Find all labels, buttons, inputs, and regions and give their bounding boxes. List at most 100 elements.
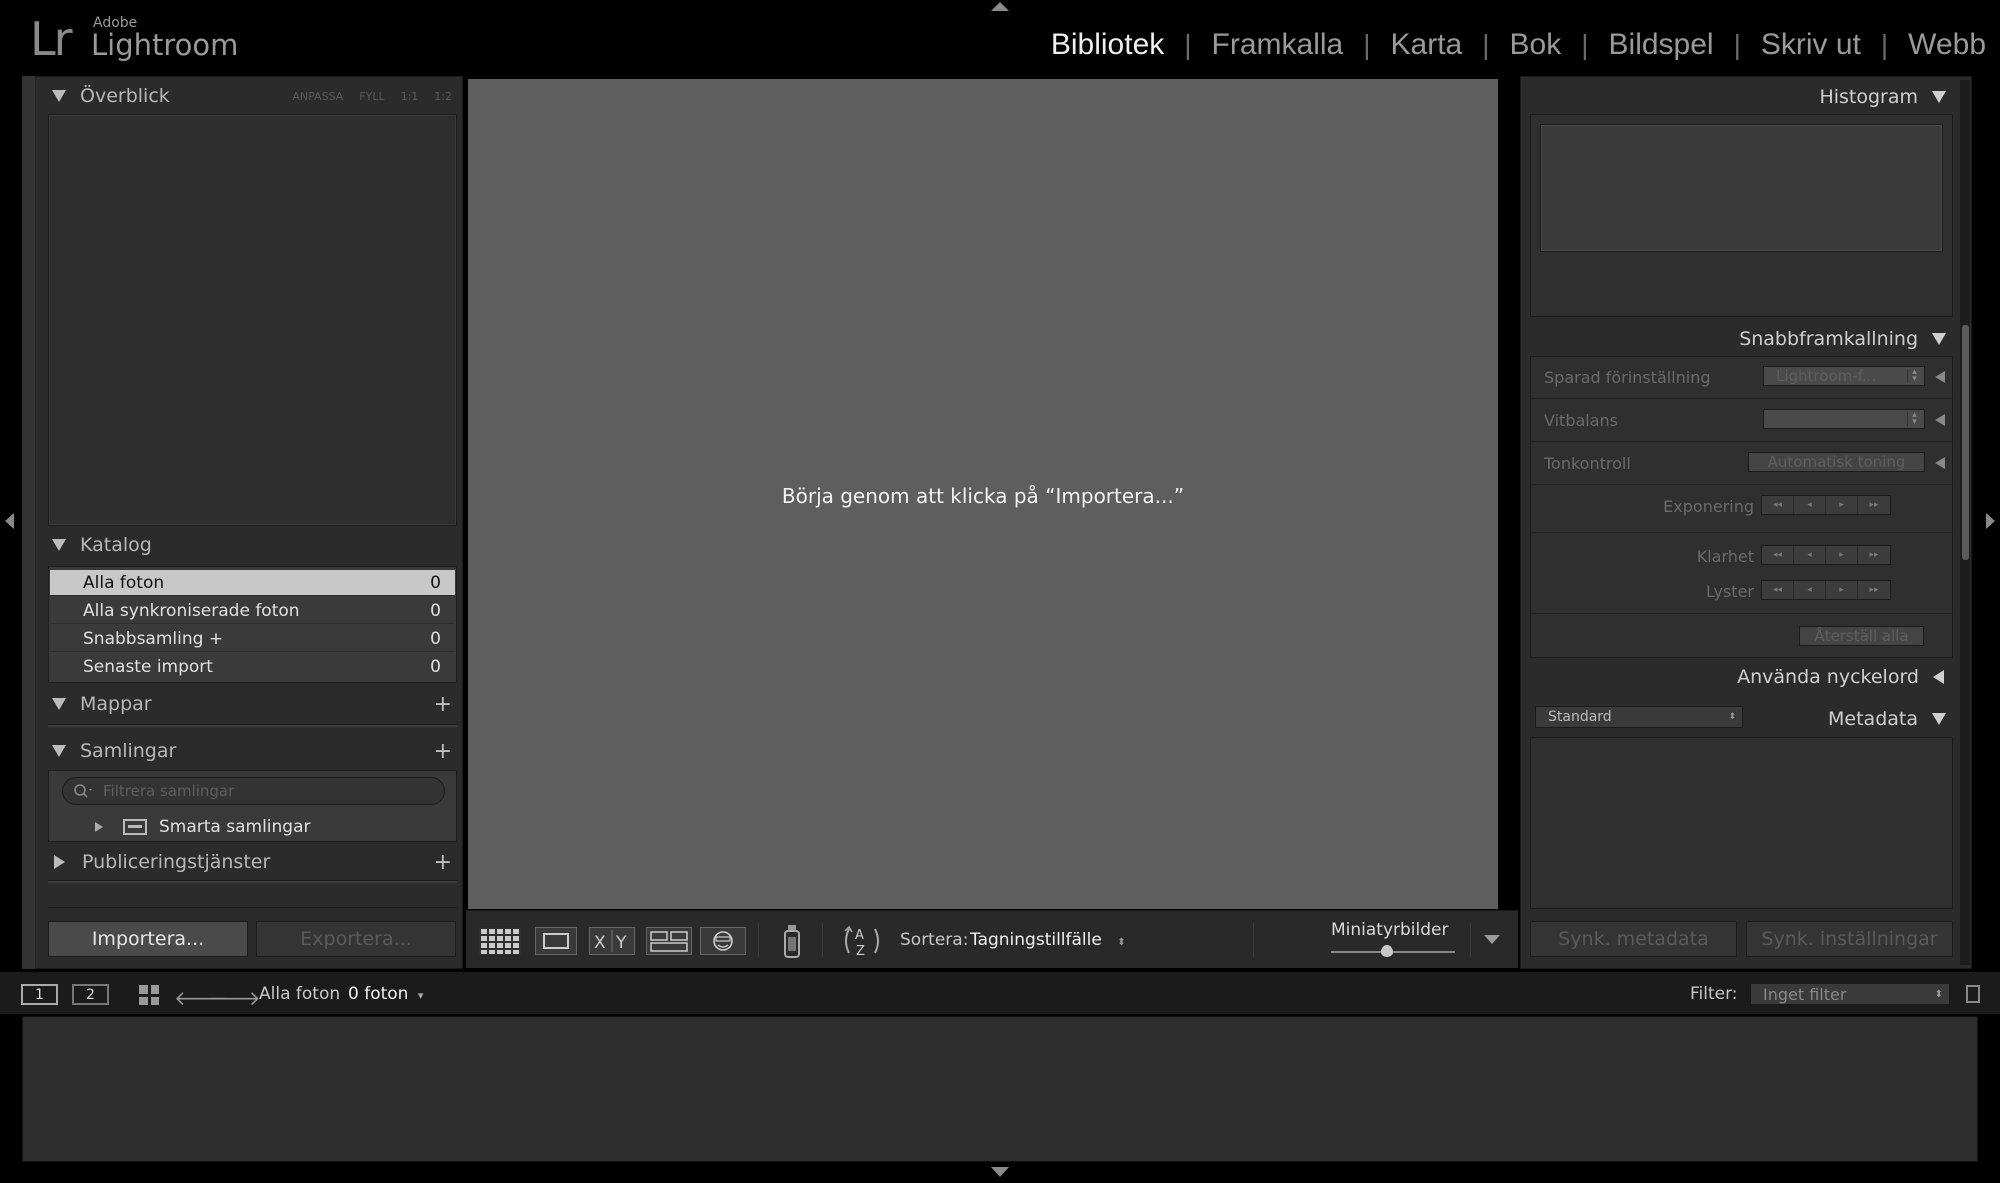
collections-filter-placeholder: Filtrera samlingar xyxy=(103,782,235,800)
smart-collections-item[interactable]: Smarta samlingar xyxy=(49,813,456,841)
increase-large-icon[interactable]: ▸▸ xyxy=(1858,581,1890,599)
left-panel-toggle-icon[interactable] xyxy=(5,513,14,529)
loupe-view-icon[interactable] xyxy=(535,927,577,955)
tone-control-row: Tonkontroll Automatisk toning xyxy=(1530,442,1953,485)
compare-view-icon[interactable]: X Y xyxy=(589,927,635,955)
right-panel-toggle-icon[interactable] xyxy=(1986,513,1995,529)
increase-small-icon[interactable]: ▸ xyxy=(1826,496,1858,514)
svg-text:Z: Z xyxy=(856,944,865,959)
metadata-title: Metadata xyxy=(1828,708,1918,730)
module-library[interactable]: Bibliotek xyxy=(1031,28,1184,62)
increase-small-icon[interactable]: ▸ xyxy=(1826,581,1858,599)
filter-value: Inget filter xyxy=(1763,984,1847,1004)
increase-large-icon[interactable]: ▸▸ xyxy=(1858,546,1890,564)
increase-large-icon[interactable]: ▸▸ xyxy=(1858,496,1890,514)
filmstrip-source[interactable]: Alla foton xyxy=(259,984,340,1004)
decrease-large-icon[interactable]: ◂◂ xyxy=(1762,581,1794,599)
grid-icon[interactable] xyxy=(139,985,159,1005)
metadata-panel xyxy=(1530,737,1953,909)
toolbar-separator xyxy=(822,923,823,957)
module-web[interactable]: Webb xyxy=(1888,28,1986,62)
publish-services-header[interactable]: Publiceringstjänster + xyxy=(46,844,456,880)
filter-select[interactable]: Inget filter ⬍ xyxy=(1750,983,1950,1005)
catalog-item-all-synced[interactable]: Alla synkroniserade foton 0 xyxy=(50,598,455,624)
updown-chevron-icon: ⬍ xyxy=(1728,712,1736,722)
metadata-preset-select[interactable]: Standard ⬍ xyxy=(1535,706,1743,728)
vibrance-stepper[interactable]: ◂◂ ◂ ▸ ▸▸ xyxy=(1761,580,1891,600)
people-view-icon[interactable] xyxy=(700,927,746,955)
histogram-header[interactable]: Histogram xyxy=(1530,80,1950,114)
module-develop[interactable]: Framkalla xyxy=(1192,28,1364,62)
main-screen-button[interactable]: 1 xyxy=(21,984,58,1005)
white-balance-select[interactable]: ▴ ▾ xyxy=(1763,409,1925,429)
decrease-small-icon[interactable]: ◂ xyxy=(1794,581,1826,599)
expand-left-arrow-icon[interactable] xyxy=(1935,414,1945,426)
decrease-small-icon[interactable]: ◂ xyxy=(1794,496,1826,514)
catalog-item-all-photos[interactable]: Alla foton 0 xyxy=(50,570,455,596)
expand-triangle-icon[interactable] xyxy=(95,822,103,832)
decrease-large-icon[interactable]: ◂◂ xyxy=(1762,546,1794,564)
histogram-title: Histogram xyxy=(1819,86,1918,108)
decrease-large-icon[interactable]: ◂◂ xyxy=(1762,496,1794,514)
zoom-1-2[interactable]: 1:2 xyxy=(434,90,452,103)
navigator-preview[interactable] xyxy=(48,114,457,526)
thumbnail-size-slider[interactable] xyxy=(1331,951,1455,953)
collections-filter-input[interactable]: Filtrera samlingar xyxy=(62,777,445,805)
clarity-stepper[interactable]: ◂◂ ◂ ▸ ▸▸ xyxy=(1761,545,1891,565)
quick-develop-header[interactable]: Snabbframkallning xyxy=(1530,322,1950,356)
module-slideshow[interactable]: Bildspel xyxy=(1589,28,1734,62)
toolbar-separator xyxy=(1470,923,1471,957)
module-print[interactable]: Skriv ut xyxy=(1741,28,1881,62)
collections-header[interactable]: Samlingar + xyxy=(46,733,456,769)
catalog-title: Katalog xyxy=(80,534,152,556)
folders-header[interactable]: Mappar + xyxy=(46,686,456,722)
export-button[interactable]: Exportera... xyxy=(256,921,456,957)
filmstrip-count[interactable]: 0 foton ▾ xyxy=(348,984,423,1004)
zoom-fill[interactable]: FYLL xyxy=(359,90,384,103)
sort-direction-icon[interactable]: A Z xyxy=(841,923,885,959)
survey-view-icon[interactable] xyxy=(646,927,692,955)
import-button[interactable]: Importera... xyxy=(48,921,248,957)
filter-lock-icon[interactable] xyxy=(1966,985,1980,1003)
sort-criteria-select[interactable]: Tagningstillfälle ⬍ xyxy=(970,930,1126,950)
expand-triangle-icon xyxy=(54,855,65,869)
thumbnail-size-slider-handle[interactable] xyxy=(1380,945,1393,957)
sync-metadata-button[interactable]: Synk. metadata xyxy=(1530,921,1737,957)
sort-criteria-value: Tagningstillfälle xyxy=(970,930,1102,950)
catalog-item-last-import[interactable]: Senaste import 0 xyxy=(50,654,455,680)
zoom-1-1[interactable]: 1:1 xyxy=(401,90,419,103)
grid-view-icon[interactable] xyxy=(479,927,521,955)
navigator-header[interactable]: Överblick ANPASSA FYLL 1:1 1:2 xyxy=(46,78,456,114)
sync-settings-button[interactable]: Synk. inställningar xyxy=(1746,921,1953,957)
increase-small-icon[interactable]: ▸ xyxy=(1826,546,1858,564)
saved-preset-select[interactable]: Lightroom-f... ▴ ▾ xyxy=(1763,366,1925,386)
catalog-header[interactable]: Katalog xyxy=(46,527,456,563)
expand-left-arrow-icon[interactable] xyxy=(1935,371,1945,383)
add-collection-button[interactable]: + xyxy=(434,739,452,764)
top-panel-toggle-icon[interactable] xyxy=(991,2,1009,11)
secondary-screen-button[interactable]: 2 xyxy=(72,984,109,1005)
module-book[interactable]: Bok xyxy=(1490,28,1582,62)
module-map[interactable]: Karta xyxy=(1371,28,1483,62)
keywording-header[interactable]: Använda nyckelord xyxy=(1530,660,1950,694)
decrease-small-icon[interactable]: ◂ xyxy=(1794,546,1826,564)
auto-tone-button[interactable]: Automatisk toning xyxy=(1748,452,1925,472)
thumbnails-label: Miniatyrbilder xyxy=(1331,920,1449,940)
zoom-fit[interactable]: ANPASSA xyxy=(292,90,343,103)
filmstrip[interactable] xyxy=(22,1016,1978,1162)
right-panel-scrollbar-thumb[interactable] xyxy=(1962,325,1969,560)
painter-spray-icon[interactable] xyxy=(781,923,803,959)
exposure-row: Exponering ◂◂ ◂ ▸ ▸▸ xyxy=(1530,485,1953,533)
bottom-panel-toggle-icon[interactable] xyxy=(991,1167,1009,1177)
expand-left-arrow-icon[interactable] xyxy=(1935,457,1945,469)
reset-all-button[interactable]: Återställ alla xyxy=(1799,626,1924,646)
add-publish-service-button[interactable]: + xyxy=(434,850,452,875)
updown-chevron-icon: ⬍ xyxy=(1117,937,1126,948)
catalog-item-quick-collection[interactable]: Snabbsamling + 0 xyxy=(50,626,455,652)
smart-collections-label: Smarta samlingar xyxy=(159,817,311,837)
forward-arrow-icon[interactable]: 🡒 xyxy=(207,986,261,1010)
collection-set-icon xyxy=(123,819,147,835)
add-folder-button[interactable]: + xyxy=(434,692,452,717)
exposure-stepper[interactable]: ◂◂ ◂ ▸ ▸▸ xyxy=(1761,495,1891,515)
toolbar-options-chevron-icon[interactable] xyxy=(1484,935,1500,944)
